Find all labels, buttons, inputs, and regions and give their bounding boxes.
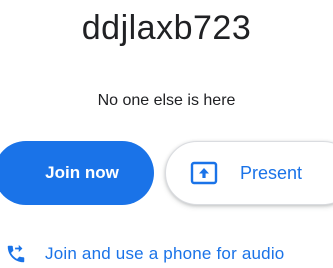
present-label: Present (240, 162, 303, 183)
join-now-label: Join now (45, 163, 119, 182)
phone-audio-label: Join and use a phone for audio (45, 244, 285, 263)
participants-status: No one else is here (97, 92, 236, 109)
present-to-all-icon (190, 161, 218, 185)
meeting-ready-panel: ddjlaxb723 No one else is here Join now … (0, 0, 333, 268)
present-button[interactable]: Present (165, 141, 333, 205)
phone-forwarded-icon (5, 243, 27, 265)
join-now-button[interactable]: Join now (0, 141, 154, 205)
meeting-code: ddjlaxb723 (81, 9, 252, 47)
phone-audio-link[interactable]: Join and use a phone for audio (5, 242, 284, 266)
